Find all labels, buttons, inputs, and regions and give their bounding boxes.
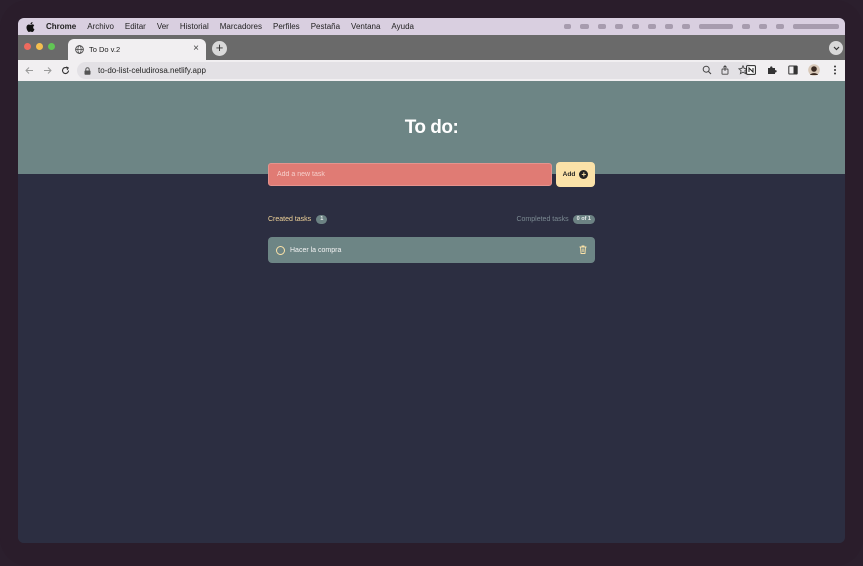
status-icon[interactable]: [615, 24, 623, 29]
plus-circle-icon: +: [579, 170, 589, 179]
status-icon[interactable]: [648, 24, 656, 29]
status-icon[interactable]: [682, 24, 690, 29]
status-icon[interactable]: [776, 24, 784, 29]
arrow-left-icon: [24, 67, 33, 74]
status-clock[interactable]: [793, 24, 839, 29]
tab-title: To Do v.2: [89, 45, 121, 54]
apple-icon[interactable]: [25, 21, 36, 32]
created-count-badge: 1: [316, 215, 328, 224]
window-controls: [24, 43, 55, 50]
trash-icon[interactable]: [579, 245, 587, 254]
extensions-puzzle-icon[interactable]: [766, 64, 778, 76]
task-text: Hacer la compra: [290, 246, 342, 254]
menu-archivo[interactable]: Archivo: [87, 22, 114, 31]
browser-tabstrip: To Do v.2 × +: [18, 35, 845, 60]
menu-ventana[interactable]: Ventana: [351, 22, 380, 31]
status-icon[interactable]: [759, 24, 767, 29]
status-icon[interactable]: [564, 24, 571, 29]
zoom-window-icon[interactable]: [48, 43, 55, 50]
url-text[interactable]: to-do-list-celudirosa.netlify.app: [98, 66, 206, 75]
menu-marcadores[interactable]: Marcadores: [220, 22, 262, 31]
browser-tab[interactable]: To Do v.2 ×: [68, 39, 206, 60]
menu-ayuda[interactable]: Ayuda: [391, 22, 414, 31]
app-header: To do:: [18, 81, 845, 174]
reload-button[interactable]: [59, 65, 71, 77]
close-tab-icon[interactable]: ×: [193, 44, 199, 54]
browser-menu-icon[interactable]: [829, 64, 841, 76]
zoom-search-icon[interactable]: [702, 65, 712, 75]
new-task-input[interactable]: [268, 163, 552, 186]
circle-check-icon[interactable]: [276, 245, 285, 255]
add-button-label: Add: [562, 171, 576, 178]
menu-editar[interactable]: Editar: [125, 22, 146, 31]
side-panel-icon[interactable]: [787, 64, 799, 76]
close-window-icon[interactable]: [24, 43, 31, 50]
tab-search-button[interactable]: [829, 41, 843, 55]
add-task-button[interactable]: Add +: [556, 162, 595, 187]
lock-icon[interactable]: [84, 66, 91, 75]
share-icon[interactable]: [720, 65, 730, 75]
profile-avatar[interactable]: [808, 64, 820, 76]
created-tasks-label: Created tasks: [268, 216, 312, 223]
page-title: To do:: [404, 117, 459, 138]
screen: Chrome Archivo Editar Ver Historial Marc…: [18, 18, 845, 543]
forward-button[interactable]: [41, 65, 53, 77]
new-tab-button[interactable]: +: [212, 41, 227, 56]
todo-app-page: To do: Add + Created tasks 1 Completed t…: [18, 81, 845, 543]
globe-icon: [75, 45, 84, 54]
status-icon[interactable]: [632, 24, 639, 29]
extensions-area: [745, 64, 841, 76]
status-icon[interactable]: [742, 24, 750, 29]
browser-toolbar: to-do-list-celudirosa.netlify.app: [18, 60, 845, 81]
chevron-down-icon: [833, 46, 839, 50]
menubar-status-icons: [564, 18, 839, 35]
completed-count-badge: 0 of 1: [572, 215, 595, 224]
status-icon[interactable]: [580, 24, 589, 29]
menu-chrome[interactable]: Chrome: [46, 22, 76, 31]
completed-tasks-label: Completed tasks: [516, 216, 569, 223]
menu-pestana[interactable]: Pestaña: [311, 22, 340, 31]
reload-icon: [61, 66, 69, 74]
device-frame: Chrome Archivo Editar Ver Historial Marc…: [0, 0, 863, 566]
status-icon[interactable]: [699, 24, 733, 29]
address-bar[interactable]: to-do-list-celudirosa.netlify.app: [77, 62, 752, 79]
back-button[interactable]: [23, 65, 35, 77]
notion-extension-icon[interactable]: [745, 64, 757, 76]
created-tasks-counter: Created tasks 1: [268, 215, 328, 224]
status-icon[interactable]: [598, 24, 606, 29]
menu-perfiles[interactable]: Perfiles: [273, 22, 300, 31]
task-counters: Created tasks 1 Completed tasks 0 of 1: [268, 215, 595, 227]
mac-menubar: Chrome Archivo Editar Ver Historial Marc…: [18, 18, 845, 35]
menu-ver[interactable]: Ver: [157, 22, 169, 31]
completed-tasks-counter: Completed tasks 0 of 1: [516, 215, 595, 224]
minimize-window-icon[interactable]: [36, 43, 43, 50]
arrow-right-icon: [43, 67, 52, 74]
task-item: Hacer la compra: [268, 237, 595, 263]
menu-historial[interactable]: Historial: [180, 22, 209, 31]
status-icon[interactable]: [665, 24, 673, 29]
